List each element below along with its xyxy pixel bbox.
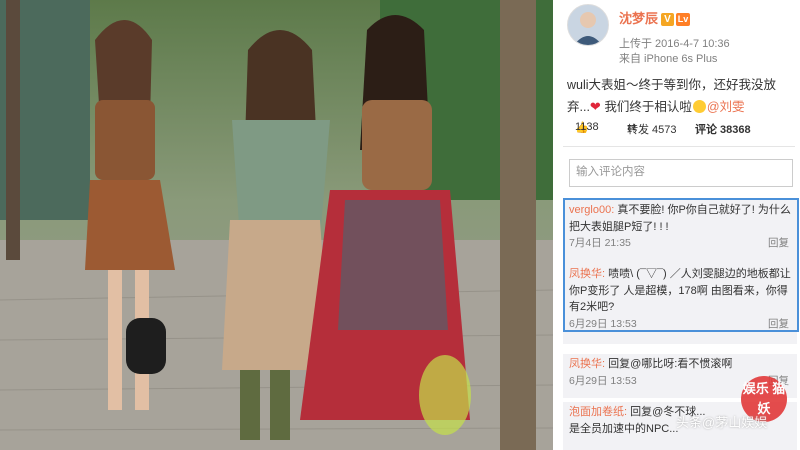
comment-input[interactable] bbox=[570, 160, 792, 184]
verified-badge-icon: V bbox=[661, 13, 675, 27]
photo-illustration bbox=[0, 0, 553, 450]
post-mention-link[interactable]: @刘雯 bbox=[707, 100, 745, 114]
comment-text: 回复@哪比呀:看不惯滚啊 bbox=[608, 358, 733, 370]
post-photo[interactable] bbox=[0, 0, 553, 450]
username[interactable]: 沈梦辰 bbox=[619, 11, 658, 26]
smile-emoji-icon bbox=[692, 100, 706, 113]
level-badge-icon: Lv bbox=[676, 13, 691, 27]
post-text: wuli大表姐～终于等到你，还好我没放 弃...❤ 我们终于相认啦 @刘雯 bbox=[567, 74, 792, 118]
comment-input-box[interactable] bbox=[569, 159, 793, 187]
post-actions: 👍 1138 ⇄ 转发 4573 评论 38368 bbox=[567, 121, 795, 141]
comment-author[interactable]: 泡面加卷纸: bbox=[569, 406, 627, 418]
post-text-line2b: 我们终于相认啦 bbox=[604, 100, 692, 114]
actions-divider bbox=[563, 146, 795, 147]
post-text-line1: wuli大表姐～终于等到你，还好我没放 bbox=[567, 78, 777, 92]
avatar[interactable] bbox=[567, 4, 609, 46]
comment-tab[interactable]: 评论 38368 bbox=[695, 121, 751, 137]
post-text-line2: 弃... bbox=[567, 100, 590, 114]
username-line[interactable]: 沈梦辰 V Lv bbox=[619, 8, 691, 27]
comment-time: 6月29日 13:53 bbox=[569, 374, 637, 387]
heart-icon: ❤ bbox=[589, 99, 601, 114]
repost-label: 转发 4573 bbox=[627, 124, 677, 136]
comment-author[interactable]: 凤换华: bbox=[569, 358, 605, 370]
like-count: 1138 bbox=[575, 121, 599, 133]
highlight-box bbox=[563, 198, 799, 332]
comment-text-line2: 是全员加速中的NPC... bbox=[569, 422, 679, 435]
upload-time: 上传于 2016-4-7 10:36 bbox=[619, 38, 730, 50]
post-device: 来自 iPhone 6s Plus bbox=[619, 53, 718, 65]
avatar-image bbox=[568, 5, 608, 45]
watermark-text: 头条@茅山娱娱 bbox=[676, 415, 768, 430]
post-header: 沈梦辰 V Lv 上传于 2016-4-7 10:36 来自 iPhone 6s P… bbox=[567, 4, 797, 68]
